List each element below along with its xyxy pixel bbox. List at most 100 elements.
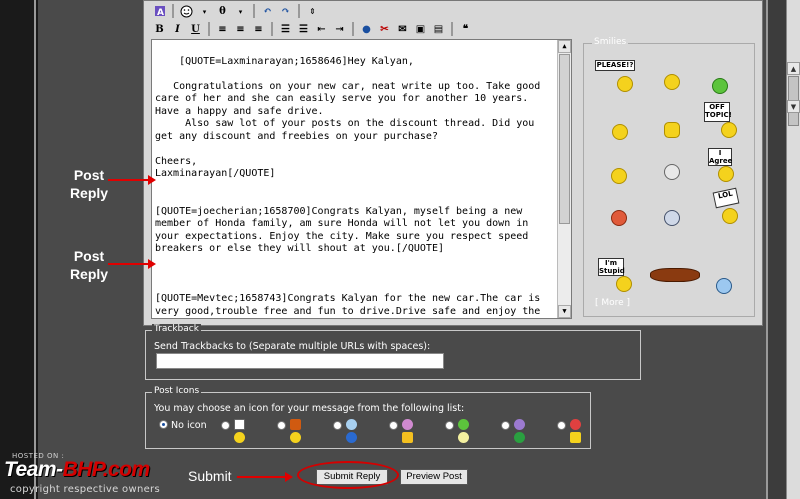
- preview-post-button[interactable]: Preview Post: [400, 469, 468, 485]
- smile-icon: [234, 432, 245, 443]
- submit-annotation: Submit: [188, 468, 232, 484]
- toolbar-separator: [352, 22, 354, 36]
- trackback-input[interactable]: [156, 353, 444, 369]
- underline-button[interactable]: U: [188, 22, 203, 37]
- angry-smiley-icon[interactable]: [612, 124, 628, 140]
- logo-team-text: Team-: [4, 458, 63, 481]
- agree-smiley-icon[interactable]: [718, 166, 734, 182]
- toolbar-row-2: B I U ≡ ≡ ≡ ☰ ☰ ⇤ ⇥ ● ✂ ✉ ▣ ▤ ❝: [152, 21, 473, 37]
- grin-icon: [458, 419, 469, 430]
- no-icon-radio[interactable]: [159, 420, 168, 429]
- smiley-icon[interactable]: [179, 4, 194, 19]
- unordered-list-icon[interactable]: ☰: [296, 22, 311, 37]
- message-text[interactable]: [QUOTE=Laxminarayan;1658646]Hey Kalyan, …: [155, 56, 546, 319]
- align-center-icon[interactable]: ≡: [233, 22, 248, 37]
- lol-sign-smiley[interactable]: LOL: [712, 187, 740, 209]
- textarea-scrollbar[interactable]: ▲ ▼: [557, 40, 571, 318]
- highlight-ring: [297, 461, 399, 489]
- post-icon-radio[interactable]: [501, 421, 510, 430]
- chevron-down-icon[interactable]: ▾: [197, 4, 212, 19]
- emoticon-icon[interactable]: θ: [215, 4, 230, 19]
- outdent-icon[interactable]: ⇤: [314, 22, 329, 37]
- post-icon-radio[interactable]: [389, 421, 398, 430]
- shocked-smiley-icon[interactable]: [664, 210, 680, 226]
- team-bhp-logo: Team-BHP.com: [4, 458, 150, 482]
- post-icons-fieldset: Post Icons You may choose an icon for yo…: [145, 386, 591, 449]
- link-icon[interactable]: ●: [359, 22, 374, 37]
- note-icon: [234, 419, 245, 430]
- post-icons-legend: Post Icons: [152, 386, 202, 396]
- off-topic-sign-smiley[interactable]: OFF TOPIC!: [704, 102, 732, 122]
- page-scrollbar[interactable]: ▲ ▼: [786, 0, 800, 499]
- annotation-arrow-3: [237, 476, 287, 478]
- scroll-down-icon[interactable]: ▼: [787, 100, 800, 113]
- post-icons-instruction: You may choose an icon for your message …: [154, 403, 465, 414]
- post-icon-radio[interactable]: [445, 421, 454, 430]
- arrow-icon: [514, 432, 525, 443]
- toolbar-separator: [208, 22, 210, 36]
- lightbulb-icon: [458, 432, 469, 443]
- post-icon-radio[interactable]: [221, 421, 230, 430]
- toolbar-separator: [298, 4, 300, 18]
- watermark-copyright: copyright respective owners: [10, 484, 160, 495]
- blue-smiley-icon[interactable]: [716, 278, 732, 294]
- warning-icon: [402, 432, 413, 443]
- horse-smiley-icon[interactable]: [650, 268, 700, 282]
- scroll-down-icon[interactable]: ▼: [558, 305, 571, 318]
- toolbar-separator: [172, 4, 174, 18]
- italic-button[interactable]: I: [170, 22, 185, 37]
- laughing-smiley-icon[interactable]: [664, 74, 680, 90]
- skull-smiley-icon[interactable]: [664, 164, 680, 180]
- post-icon-radio[interactable]: [333, 421, 342, 430]
- ordered-list-icon[interactable]: ☰: [278, 22, 293, 37]
- redo-icon[interactable]: ↷: [278, 4, 293, 19]
- i-agree-sign-smiley[interactable]: I Agree: [708, 148, 732, 166]
- align-right-icon[interactable]: ≡: [251, 22, 266, 37]
- arrow-right-icon: [148, 259, 156, 269]
- please-smiley-icon[interactable]: [617, 76, 633, 92]
- editor-panel: A ▾ θ ▾ ↶ ↷ ⇕ B I U ≡ ≡ ≡ ☰ ☰ ⇤ ⇥ ● ✂ ✉ …: [143, 0, 763, 326]
- trackback-instruction: Send Trackbacks to (Separate multiple UR…: [154, 341, 431, 352]
- green-smiley-icon[interactable]: [712, 78, 728, 94]
- email-icon[interactable]: ✉: [395, 22, 410, 37]
- toolbar-separator: [271, 22, 273, 36]
- switch-mode-icon[interactable]: A: [152, 4, 167, 19]
- scroll-up-icon[interactable]: ▲: [787, 62, 800, 75]
- post-reply-annotation-2: Post Reply: [69, 248, 109, 282]
- off-topic-smiley-icon[interactable]: [721, 122, 737, 138]
- post-reply-annotation-1: Post Reply: [69, 167, 109, 201]
- arrow-right-icon: [285, 472, 293, 482]
- bold-button[interactable]: B: [152, 22, 167, 37]
- unlink-icon[interactable]: ✂: [377, 22, 392, 37]
- scroll-up-icon[interactable]: ▲: [558, 40, 571, 53]
- happy-smiley-icon[interactable]: [611, 168, 627, 184]
- thumbs-up-icon[interactable]: [664, 122, 680, 138]
- sad-icon: [514, 419, 525, 430]
- message-textarea[interactable]: [QUOTE=Laxminarayan;1658646]Hey Kalyan, …: [151, 39, 572, 319]
- quote-icon[interactable]: ❝: [458, 22, 473, 37]
- fire-icon: [290, 419, 301, 430]
- post-icon-radio[interactable]: [557, 421, 566, 430]
- lol-smiley-icon[interactable]: [722, 208, 738, 224]
- undo-icon[interactable]: ↶: [260, 4, 275, 19]
- toolbar-row-1: A ▾ θ ▾ ↶ ↷ ⇕: [152, 3, 320, 19]
- textarea-scroll-thumb[interactable]: [559, 54, 570, 224]
- stupid-smiley-icon[interactable]: [616, 276, 632, 292]
- annotation-arrow-2: [108, 263, 150, 265]
- please-sign-smiley[interactable]: PLEASE!?: [595, 60, 635, 71]
- toolbar-separator: [253, 4, 255, 18]
- image-icon[interactable]: ▣: [413, 22, 428, 37]
- smilies-box: Smilies PLEASE!? OFF TOPIC! I Agree LOL …: [583, 37, 755, 317]
- more-smilies-link[interactable]: [ More ]: [595, 298, 630, 308]
- punch-smiley-icon[interactable]: [611, 210, 627, 226]
- toolbar-separator: [451, 22, 453, 36]
- right-frame: [766, 0, 786, 499]
- im-stupid-sign-smiley[interactable]: I'm Stupid: [598, 258, 625, 276]
- post-icon-radio[interactable]: [277, 421, 286, 430]
- align-left-icon[interactable]: ≡: [215, 22, 230, 37]
- logo-bhp-text: BHP.com: [62, 458, 151, 481]
- video-icon[interactable]: ▤: [431, 22, 446, 37]
- indent-icon[interactable]: ⇥: [332, 22, 347, 37]
- chevron-down-icon[interactable]: ▾: [233, 4, 248, 19]
- resize-icon[interactable]: ⇕: [305, 4, 320, 19]
